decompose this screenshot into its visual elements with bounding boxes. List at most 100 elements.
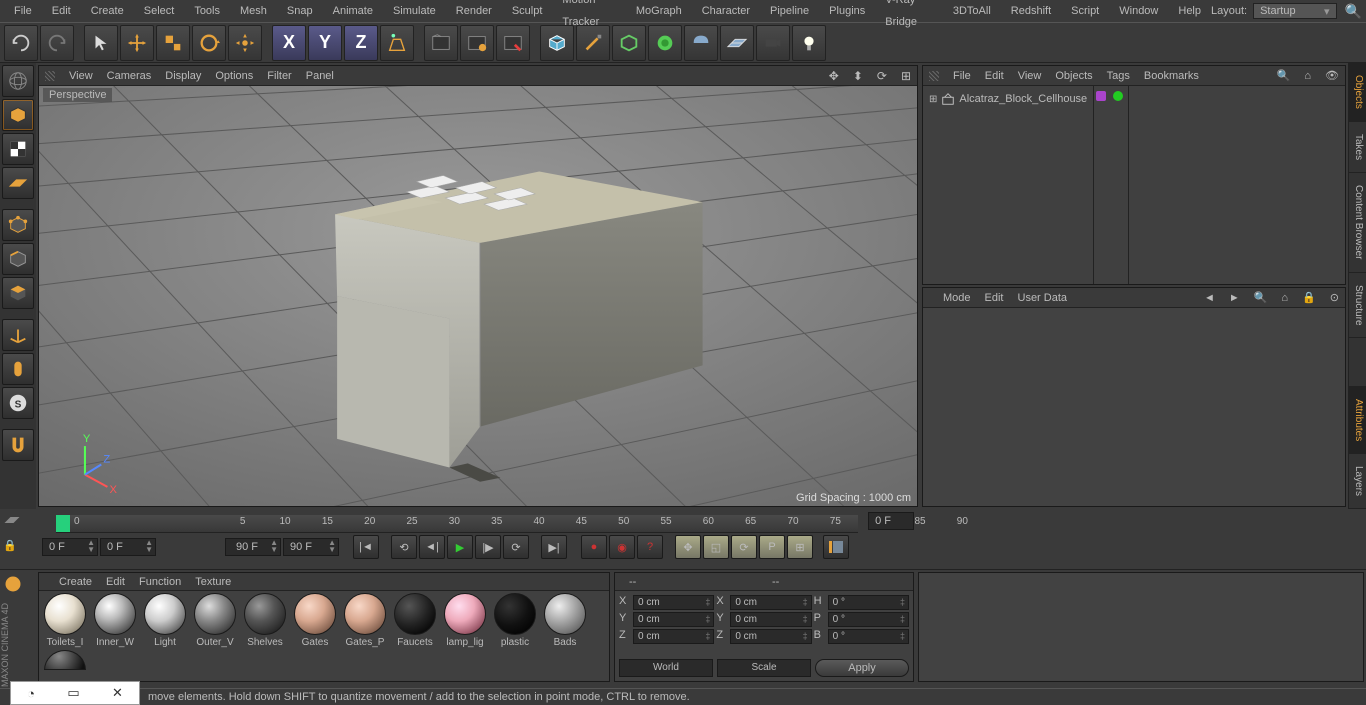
mouse-tool-button[interactable] bbox=[2, 353, 34, 385]
material-ball-icon[interactable] bbox=[194, 593, 236, 635]
object-row[interactable]: ⊞ Alcatraz_Block_Cellhouse bbox=[927, 90, 1089, 108]
menu-3dtoall[interactable]: 3DToAll bbox=[943, 0, 1001, 22]
layout-dropdown[interactable]: Startup bbox=[1253, 3, 1336, 19]
menu-window[interactable]: Window bbox=[1109, 0, 1168, 22]
material-item[interactable]: Inner_W bbox=[91, 593, 139, 648]
menu-create[interactable]: Create bbox=[81, 0, 134, 22]
material-ball-icon[interactable] bbox=[44, 593, 86, 635]
lock-icon[interactable]: 🔒 bbox=[1302, 291, 1316, 304]
render-view-button[interactable] bbox=[424, 25, 458, 61]
materials-menu-function[interactable]: Function bbox=[139, 576, 181, 588]
menu-icon[interactable]: ⊙ bbox=[1330, 291, 1339, 304]
materials-grid[interactable]: Toilets_IInner_WLightOuter_VShelvesGates… bbox=[39, 591, 609, 672]
search-icon[interactable]: 🔍 bbox=[1277, 69, 1291, 82]
tab-objects[interactable]: Objects bbox=[1349, 63, 1366, 122]
goto-start-button[interactable]: |◄ bbox=[353, 535, 379, 559]
frame-current-right[interactable]: 0 F bbox=[868, 512, 914, 530]
menu-mograph[interactable]: MoGraph bbox=[626, 0, 692, 22]
attr-menu-userdata[interactable]: User Data bbox=[1018, 292, 1068, 304]
home-icon[interactable]: ⌂ bbox=[1304, 70, 1311, 82]
objects-menu-tags[interactable]: Tags bbox=[1107, 70, 1130, 82]
orbit-icon[interactable]: ⟳ bbox=[877, 69, 887, 83]
cube-primitive-button[interactable] bbox=[540, 25, 574, 61]
taskbar-thumbnail[interactable]: ◔ ▭ ✕ bbox=[10, 681, 140, 705]
viewport-menu-panel[interactable]: Panel bbox=[306, 70, 334, 82]
zoom-icon[interactable]: ⬍ bbox=[853, 69, 863, 83]
material-ball-icon[interactable] bbox=[444, 593, 486, 635]
play-button[interactable]: ▶ bbox=[447, 535, 473, 559]
material-item[interactable]: lamp_lig bbox=[441, 593, 489, 648]
viewport-menu-cameras[interactable]: Cameras bbox=[107, 70, 152, 82]
tag-green-icon[interactable] bbox=[1113, 91, 1123, 101]
material-ball-icon[interactable] bbox=[244, 593, 286, 635]
magnet-button[interactable] bbox=[2, 429, 34, 461]
pos-y-field[interactable]: 0 cm bbox=[633, 612, 714, 627]
menu-tools[interactable]: Tools bbox=[184, 0, 230, 22]
restore-icon[interactable]: ▭ bbox=[67, 685, 79, 701]
axis-y-button[interactable]: Y bbox=[308, 25, 342, 61]
material-item[interactable]: Faucets bbox=[391, 593, 439, 648]
tab-content-browser[interactable]: Content Browser bbox=[1349, 173, 1366, 272]
coord-system-button[interactable] bbox=[380, 25, 414, 61]
menu-select[interactable]: Select bbox=[134, 0, 185, 22]
goto-end-button[interactable]: ▶| bbox=[541, 535, 567, 559]
menu-edit[interactable]: Edit bbox=[42, 0, 81, 22]
menu-plugins[interactable]: Plugins bbox=[819, 0, 875, 22]
scale-key-button[interactable]: ◱ bbox=[703, 535, 729, 559]
search-icon[interactable]: 🔍 bbox=[1254, 291, 1268, 304]
coord-scale-select[interactable]: Scale bbox=[717, 659, 811, 677]
select-tool[interactable] bbox=[84, 25, 118, 61]
frame-end[interactable]: 90 F▲▼ bbox=[225, 538, 281, 556]
prev-frame-button[interactable]: ◄| bbox=[419, 535, 445, 559]
material-item[interactable] bbox=[41, 650, 89, 670]
material-ball-icon[interactable] bbox=[544, 593, 586, 635]
snap-tool-button[interactable]: S bbox=[2, 387, 34, 419]
objects-menu-objects[interactable]: Objects bbox=[1055, 70, 1092, 82]
material-item[interactable]: Bads bbox=[541, 593, 589, 648]
material-item[interactable]: Outer_V bbox=[191, 593, 239, 648]
menu-script[interactable]: Script bbox=[1061, 0, 1109, 22]
tab-layers[interactable]: Layers bbox=[1349, 454, 1366, 509]
objects-menu-bookmarks[interactable]: Bookmarks bbox=[1144, 70, 1199, 82]
menu-character[interactable]: Character bbox=[692, 0, 760, 22]
next-frame-button[interactable]: |▶ bbox=[475, 535, 501, 559]
timeline-ruler[interactable]: 051015202530354045505560657075808590 bbox=[56, 515, 858, 533]
light-button[interactable] bbox=[792, 25, 826, 61]
material-ball-icon[interactable] bbox=[344, 593, 386, 635]
objects-menu-view[interactable]: View bbox=[1018, 70, 1042, 82]
record-button[interactable]: ● bbox=[581, 535, 607, 559]
menu-simulate[interactable]: Simulate bbox=[383, 0, 446, 22]
render-settings-button[interactable] bbox=[496, 25, 530, 61]
app-icon[interactable]: ◔ bbox=[27, 686, 35, 701]
attr-menu-edit[interactable]: Edit bbox=[985, 292, 1004, 304]
size-y-field[interactable]: 0 cm bbox=[730, 612, 811, 627]
menu-vray[interactable]: V-Ray Bridge bbox=[875, 0, 943, 33]
undo-button[interactable] bbox=[4, 25, 38, 61]
material-ball-icon[interactable] bbox=[94, 593, 136, 635]
menu-sculpt[interactable]: Sculpt bbox=[502, 0, 553, 22]
timeline-settings-button[interactable] bbox=[823, 535, 849, 559]
pos-x-field[interactable]: 0 cm bbox=[633, 595, 714, 610]
rot-key-button[interactable]: ⟳ bbox=[731, 535, 757, 559]
menu-pipeline[interactable]: Pipeline bbox=[760, 0, 819, 22]
frame-start[interactable]: 0 F▲▼ bbox=[100, 538, 156, 556]
redo-button[interactable] bbox=[40, 25, 74, 61]
menu-render[interactable]: Render bbox=[446, 0, 502, 22]
frame-current[interactable]: 0 F▲▼ bbox=[42, 538, 98, 556]
next-key-button[interactable]: ⟳ bbox=[503, 535, 529, 559]
material-item[interactable]: plastic bbox=[491, 593, 539, 648]
rot-b-field[interactable]: 0 ° bbox=[828, 629, 909, 644]
pan-icon[interactable]: ✥ bbox=[829, 69, 839, 83]
material-ball-icon[interactable] bbox=[144, 593, 186, 635]
scale-tool[interactable] bbox=[156, 25, 190, 61]
menu-mesh[interactable]: Mesh bbox=[230, 0, 277, 22]
param-key-button[interactable]: P bbox=[759, 535, 785, 559]
point-mode-button[interactable] bbox=[2, 209, 34, 241]
axis-z-button[interactable]: Z bbox=[344, 25, 378, 61]
material-item[interactable]: Toilets_I bbox=[41, 593, 89, 648]
home-icon[interactable]: ⌂ bbox=[1281, 292, 1288, 304]
materials-menu-create[interactable]: Create bbox=[59, 576, 92, 588]
menu-redshift[interactable]: Redshift bbox=[1001, 0, 1061, 22]
viewport-menu-display[interactable]: Display bbox=[165, 70, 201, 82]
object-hierarchy[interactable]: ⊞ Alcatraz_Block_Cellhouse bbox=[923, 86, 1094, 284]
